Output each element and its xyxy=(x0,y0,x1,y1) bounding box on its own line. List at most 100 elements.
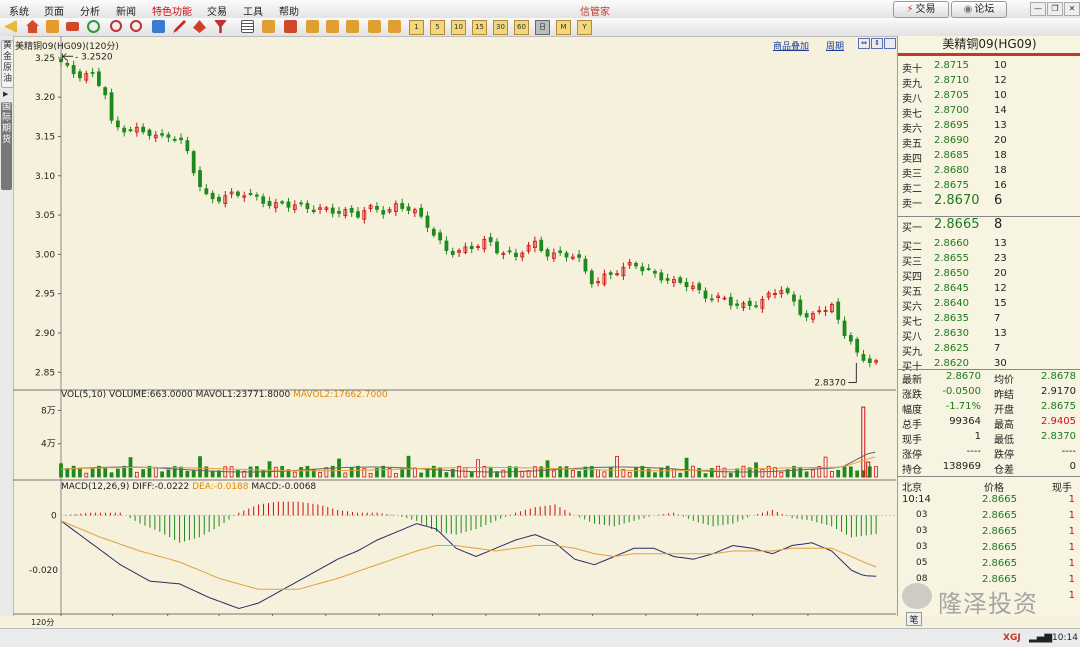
volume-bar xyxy=(400,468,405,478)
ask-row[interactable]: 卖二 2.8675 16 xyxy=(898,178,1080,195)
ask-row[interactable]: 卖六 2.8695 13 xyxy=(898,118,1080,135)
menu-help[interactable]: 帮助 xyxy=(279,3,299,18)
period-60min-button[interactable]: 60 xyxy=(514,20,529,35)
bid-row[interactable]: 买二 2.8660 13 xyxy=(898,236,1080,253)
field-value: 2.8675 xyxy=(1041,401,1076,412)
bid-row[interactable]: 买一 2.8665 8 xyxy=(898,217,1080,234)
candle-body xyxy=(488,237,493,243)
candle-body xyxy=(210,192,215,200)
period-15min-button[interactable]: 15 xyxy=(472,20,487,35)
chart-expand-icon[interactable]: ⇔ xyxy=(858,38,870,49)
candle-body xyxy=(128,129,133,132)
kline-chart[interactable]: 3.25 3.20 3.15 3.10 3.05 3.00 2.95 2.90 2.85 8万 4万… xyxy=(13,36,896,616)
volume-bar xyxy=(672,468,676,478)
period-year-button[interactable]: Y xyxy=(577,20,592,35)
volume-bar xyxy=(412,467,417,478)
filter-icon[interactable] xyxy=(214,20,227,33)
menu-trade[interactable]: 交易 xyxy=(207,3,227,18)
bid-row[interactable]: 买五 2.8645 12 xyxy=(898,281,1080,298)
ask-volume: 16 xyxy=(994,180,1007,191)
volume-bar xyxy=(444,472,449,478)
bid-row[interactable]: 买九 2.8625 7 xyxy=(898,341,1080,358)
period-1min-button[interactable]: 1 xyxy=(409,20,424,35)
volume-bar xyxy=(166,469,171,478)
forum-button[interactable]: ◉ 论坛 xyxy=(951,1,1007,18)
trade-button[interactable]: ⚡ 交易 xyxy=(893,1,949,18)
refresh-icon[interactable] xyxy=(87,20,100,33)
ask-row[interactable]: 卖七 2.8700 14 xyxy=(898,103,1080,120)
macd-value: MACD:-0.0068 xyxy=(251,482,317,492)
ask-row[interactable]: 卖三 2.8680 18 xyxy=(898,163,1080,180)
ask-orderbook: 卖十 2.8715 10 卖九 2.8710 12 卖八 2.8705 10 卖七 2.8700 14… xyxy=(898,58,1080,215)
quote-board-icon[interactable] xyxy=(66,22,79,31)
candle-body xyxy=(798,299,803,315)
menu-system[interactable]: 系统 xyxy=(9,3,29,18)
tab-intl-futures[interactable]: 国际期货 xyxy=(1,102,12,190)
candle-body xyxy=(349,207,354,213)
period-5min-button[interactable]: 5 xyxy=(430,20,445,35)
home-icon[interactable] xyxy=(26,20,39,33)
maximize-icon[interactable]: ❐ xyxy=(1047,2,1063,16)
period-30min-button[interactable]: 30 xyxy=(493,20,508,35)
ask-row[interactable]: 卖十 2.8715 10 xyxy=(898,58,1080,75)
candle-body xyxy=(709,298,714,301)
ticks-tab[interactable]: 笔 xyxy=(906,612,922,626)
volume-bar xyxy=(210,470,215,478)
zoom-in-icon[interactable] xyxy=(110,20,122,32)
ask-row[interactable]: 卖五 2.8690 20 xyxy=(898,133,1080,150)
volume-bar xyxy=(829,471,834,478)
period-link[interactable]: 周期 xyxy=(826,39,844,52)
menu-tools[interactable]: 工具 xyxy=(243,3,263,18)
ask-row[interactable]: 卖四 2.8685 18 xyxy=(898,148,1080,165)
bid-row[interactable]: 买八 2.8630 13 xyxy=(898,326,1080,343)
minimize-icon[interactable]: — xyxy=(1030,2,1046,16)
ask-volume: 20 xyxy=(994,135,1007,146)
ask-row[interactable]: 卖一 2.8670 6 xyxy=(898,193,1080,210)
candle-body xyxy=(236,191,240,196)
close-icon[interactable]: ✕ xyxy=(1064,2,1080,16)
candle-body xyxy=(109,92,114,121)
bid-volume: 13 xyxy=(994,328,1007,339)
list-icon[interactable] xyxy=(306,20,319,33)
news-icon[interactable] xyxy=(346,20,359,33)
bid-price: 2.8640 xyxy=(934,298,969,309)
price-tick-label: 2.85 xyxy=(35,368,55,378)
period-day-button[interactable]: 日 xyxy=(535,20,550,35)
bid-row[interactable]: 买七 2.8635 7 xyxy=(898,311,1080,328)
ask-row[interactable]: 卖八 2.8705 10 xyxy=(898,88,1080,105)
candle-body xyxy=(261,196,266,204)
overlay-link[interactable]: 商品叠加 xyxy=(773,39,809,52)
period-month-button[interactable]: M xyxy=(556,20,571,35)
ask-row[interactable]: 卖九 2.8710 12 xyxy=(898,73,1080,90)
menu-page[interactable]: 页面 xyxy=(44,3,64,18)
bid-row[interactable]: 买三 2.8655 23 xyxy=(898,251,1080,268)
chart-split-icon[interactable]: ⇕ xyxy=(871,38,883,49)
chart-window-icon[interactable] xyxy=(884,38,896,49)
volume-bar xyxy=(179,466,183,478)
pen-icon[interactable] xyxy=(173,20,186,33)
menu-news[interactable]: 新闻 xyxy=(116,3,136,18)
menu-analysis[interactable]: 分析 xyxy=(80,3,100,18)
analysis-icon[interactable] xyxy=(368,20,381,33)
menu-features[interactable]: 特色功能 xyxy=(152,3,192,18)
folder-icon[interactable] xyxy=(46,20,59,33)
candle-body xyxy=(747,300,752,306)
volume-bar xyxy=(684,457,689,478)
chart-area[interactable]: 3.25 3.20 3.15 3.10 3.05 3.00 2.95 2.90 2.85 8万 4万… xyxy=(13,36,896,627)
bid-row[interactable]: 买六 2.8640 15 xyxy=(898,296,1080,313)
back-arrow-icon[interactable] xyxy=(4,20,17,33)
calendar-icon[interactable] xyxy=(152,20,165,33)
zoom-out-icon[interactable] xyxy=(130,20,142,32)
report-icon[interactable] xyxy=(284,20,297,33)
period-10min-button[interactable]: 10 xyxy=(451,20,466,35)
doc-icon[interactable] xyxy=(326,20,339,33)
chart-icon[interactable] xyxy=(388,20,401,33)
table-icon[interactable] xyxy=(241,20,254,33)
bid-row[interactable]: 买四 2.8650 20 xyxy=(898,266,1080,283)
field-value: 138969 xyxy=(942,461,981,472)
tab-arrow-icon[interactable]: ▶ xyxy=(3,90,8,98)
note-icon[interactable] xyxy=(262,20,275,33)
bucket-icon[interactable] xyxy=(193,20,206,33)
macd-tick-label: 0 xyxy=(51,511,57,521)
candle-body xyxy=(179,137,183,141)
